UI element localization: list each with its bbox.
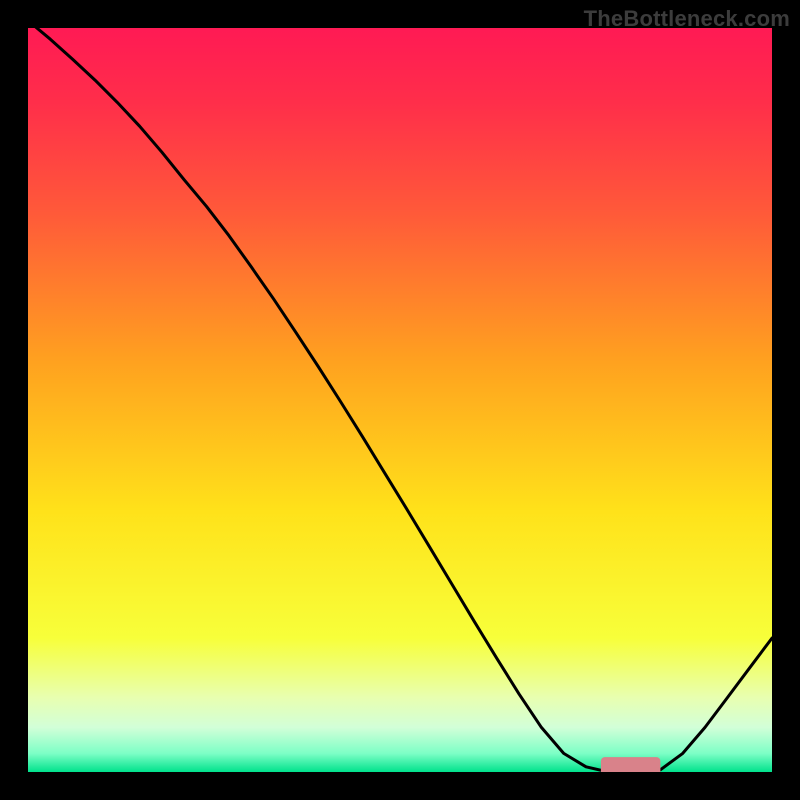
optimal-marker [601,757,661,772]
gradient-background [28,28,772,772]
watermark-text: TheBottleneck.com [584,6,790,32]
chart-frame: TheBottleneck.com [0,0,800,800]
plot-area [28,28,772,772]
chart-svg [28,28,772,772]
